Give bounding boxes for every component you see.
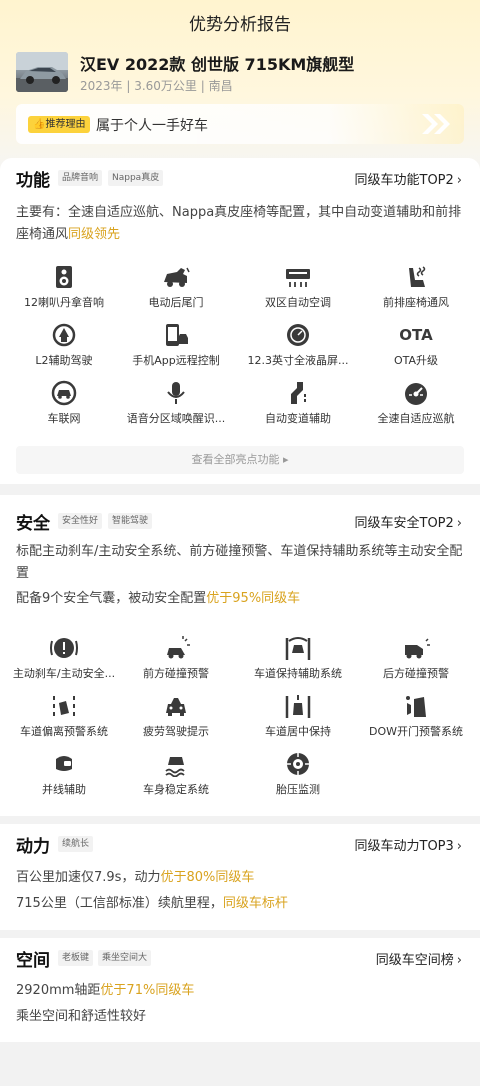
car-thumbnail[interactable] [16, 52, 68, 92]
function-rank-link[interactable]: 同级车功能TOP2 › [355, 169, 463, 188]
seat-ventilation-icon [409, 266, 426, 287]
adaptive-cruise-icon [405, 383, 427, 405]
lane-change-icon [291, 382, 306, 404]
safety-tag: 智能驾驶 [108, 513, 153, 529]
view-all-features-button[interactable]: 查看全部亮点功能 ▸ [16, 446, 464, 474]
double-chevron-icon [422, 114, 450, 134]
tire-pressure-icon [287, 753, 309, 775]
lane-keep-icon [285, 637, 311, 660]
page-title: 优势分析报告 [189, 15, 291, 35]
recommend-reason-text: 属于个人一手好车 [96, 118, 208, 134]
car-meta: 2023年 | 3.60万公里 | 南昌 [80, 79, 233, 93]
power-range-line: 715公里（工信部标准）续航里程，同级车标杆 [16, 896, 288, 911]
feature-item[interactable]: 自动变道辅助 [234, 380, 362, 426]
space-wheelbase-line: 2920mm轴距优于71%同级车 [16, 983, 195, 998]
function-tag: 品牌音响 [58, 170, 103, 186]
power-acceleration-line: 百公里加速仅7.9s，动力优于80%同级车 [16, 870, 255, 885]
chevron-right-icon: › [456, 516, 462, 531]
space-comfort-line: 乘坐空间和舒适性较好 [16, 1009, 147, 1024]
brake-warning-icon [50, 638, 78, 658]
safety-description: 标配主动刹车/主动安全系统、前方碰撞预警、车道保持辅助系统等主动安全配置 [16, 544, 463, 581]
feature-item[interactable]: 胎压监测 [234, 751, 362, 797]
feature-item[interactable]: 疲劳驾驶提示 [112, 693, 240, 739]
feature-item[interactable]: 电动后尾门 [112, 264, 240, 310]
power-title: 动力 [16, 837, 50, 857]
safety-airbag-line: 配备9个安全气囊，被动安全配置优于95%同级车 [16, 591, 301, 606]
door-warning-icon [406, 696, 426, 717]
lcd-screen-icon [287, 324, 309, 346]
feature-item[interactable]: 车道保持辅助系统 [234, 635, 362, 681]
function-tag: Nappa真皮 [108, 170, 164, 186]
feature-item[interactable]: 车联网 [0, 380, 128, 426]
space-title: 空间 [16, 951, 50, 971]
feature-item[interactable]: 后方碰撞预警 [352, 635, 480, 681]
voice-mic-icon [167, 382, 185, 404]
power-tag: 续航长 [58, 836, 94, 852]
safety-rank-link[interactable]: 同级车安全TOP2 › [355, 512, 463, 531]
lane-center-icon [285, 695, 311, 718]
feature-item[interactable]: L2辅助驾驶 [0, 322, 128, 368]
feature-item[interactable]: 12.3英寸全液晶屏... [234, 322, 362, 368]
feature-item[interactable]: 双区自动空调 [234, 264, 362, 310]
stability-icon [165, 757, 185, 777]
feature-item[interactable]: 前排座椅通风 [352, 264, 480, 310]
function-title: 功能 [16, 171, 50, 191]
car-name: 汉EV 2022款 创世版 715KM旗舰型 [80, 55, 355, 74]
ota-icon: OTA [399, 326, 433, 344]
space-tag: 乘坐空间大 [98, 950, 152, 966]
blind-spot-icon [56, 756, 72, 771]
safety-section: 安全 安全性好 智能驾驶 同级车安全TOP2 › 标配主动刹车/主动安全系统、前方… [0, 495, 480, 816]
safety-title: 安全 [16, 514, 50, 534]
power-rank-link[interactable]: 同级车动力TOP3 › [355, 835, 463, 854]
feature-item[interactable]: 前方碰撞预警 [112, 635, 240, 681]
safety-tag: 安全性好 [58, 513, 103, 529]
connected-car-icon [51, 380, 77, 406]
feature-item[interactable]: 并线辅助 [0, 751, 128, 797]
feature-item[interactable]: 手机App远程控制 [112, 322, 240, 368]
feature-item[interactable]: 全速自适应巡航 [352, 380, 480, 426]
feature-item[interactable]: OTA OTA升级 [352, 322, 480, 368]
feature-item[interactable]: DOW开门预警系统 [352, 693, 480, 739]
function-section: 功能 品牌音响 Nappa真皮 同级车功能TOP2 › 主要有：全速自适应巡航、N… [0, 158, 480, 484]
feature-item[interactable]: 语音分区域唤醒识... [112, 380, 240, 426]
play-arrow-icon: ▸ [282, 453, 289, 466]
thumbs-up-icon: 👍 [33, 119, 46, 130]
phone-remote-icon [166, 324, 188, 346]
chevron-right-icon: › [456, 953, 462, 968]
feature-item[interactable]: 车道偏离预警系统 [0, 693, 128, 739]
power-section: 动力 续航长 同级车动力TOP3 › 百公里加速仅7.9s，动力优于80%同级车 … [0, 824, 480, 930]
driver-assist-icon [52, 323, 76, 347]
chevron-right-icon: › [456, 173, 462, 188]
front-collision-icon [167, 636, 190, 659]
space-tag: 老板键 [58, 950, 94, 966]
feature-item[interactable]: 12喇叭丹拿音响 [0, 264, 128, 310]
fatigue-icon [166, 698, 186, 716]
chevron-right-icon: › [456, 839, 462, 854]
feature-item[interactable]: 车身稳定系统 [112, 751, 240, 797]
recommend-reason-bar: 👍推荐理由 属于个人一手好车 [16, 104, 464, 144]
lane-departure-icon [53, 696, 75, 716]
climate-control-icon [286, 269, 310, 287]
feature-item[interactable]: 主动刹车/主动安全... [0, 635, 128, 681]
rear-collision-icon [405, 638, 430, 659]
feature-item[interactable]: 车道居中保持 [234, 693, 362, 739]
speaker-icon [56, 266, 72, 288]
tailgate-icon [164, 267, 190, 287]
space-section: 空间 老板键 乘坐空间大 同级车空间榜 › 2920mm轴距优于71%同级车 乘坐… [0, 938, 480, 1042]
recommend-badge: 👍推荐理由 [28, 116, 91, 133]
space-rank-link[interactable]: 同级车空间榜 › [376, 949, 462, 968]
function-description: 主要有：全速自适应巡航、Nappa真皮座椅等配置，其中自动变道辅助和前排座椅通风… [16, 205, 462, 242]
